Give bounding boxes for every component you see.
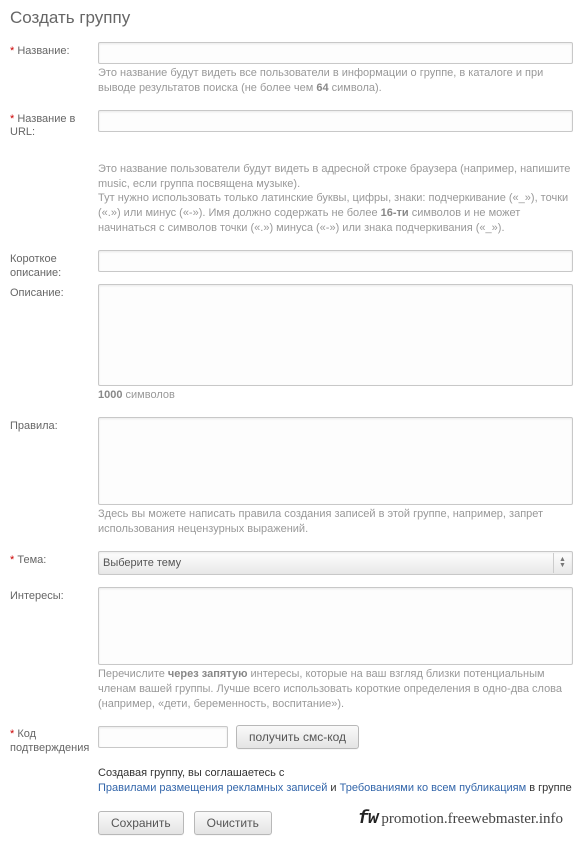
name-hint: Это название будут видеть все пользовате… [98, 66, 573, 96]
rules-hint: Здесь вы можете написать правила создани… [98, 507, 573, 537]
rules-link-ads[interactable]: Правилами размещения рекламных записей [98, 782, 327, 794]
desc-counter: 1000 символов [98, 388, 573, 403]
url-hint: Это название пользователи будут видеть в… [98, 162, 573, 236]
url-input[interactable] [98, 110, 573, 132]
save-button[interactable]: Сохранить [98, 811, 184, 835]
interests-hint: Перечислите через запятую интересы, кото… [98, 667, 573, 712]
agreement-text: Создавая группу, вы соглашаетесь с Прави… [98, 766, 573, 797]
short-label: Короткое описание: [10, 250, 98, 281]
clear-button[interactable]: Очистить [194, 811, 272, 835]
interests-label: Интересы: [10, 587, 98, 604]
get-sms-button[interactable]: получить смс-код [236, 725, 359, 749]
desc-label: Описание: [10, 284, 98, 301]
url-label: * Название в URL: [10, 110, 98, 141]
desc-textarea[interactable] [98, 284, 573, 386]
short-input[interactable] [98, 250, 573, 272]
code-label: * Код подтверждения [10, 725, 98, 756]
rules-textarea[interactable] [98, 417, 573, 505]
name-label: * Название: [10, 42, 98, 59]
code-input[interactable] [98, 726, 228, 748]
interests-textarea[interactable] [98, 587, 573, 665]
rules-label: Правила: [10, 417, 98, 434]
name-input[interactable] [98, 42, 573, 64]
theme-select[interactable]: Выберите тему [98, 551, 573, 575]
theme-label: * Тема: [10, 551, 98, 568]
page-title: Создать группу [10, 8, 573, 28]
watermark: fw promotion.freewebmaster.info [358, 809, 563, 829]
rules-link-pubs[interactable]: Требованиями ко всем публикациям [340, 782, 527, 794]
